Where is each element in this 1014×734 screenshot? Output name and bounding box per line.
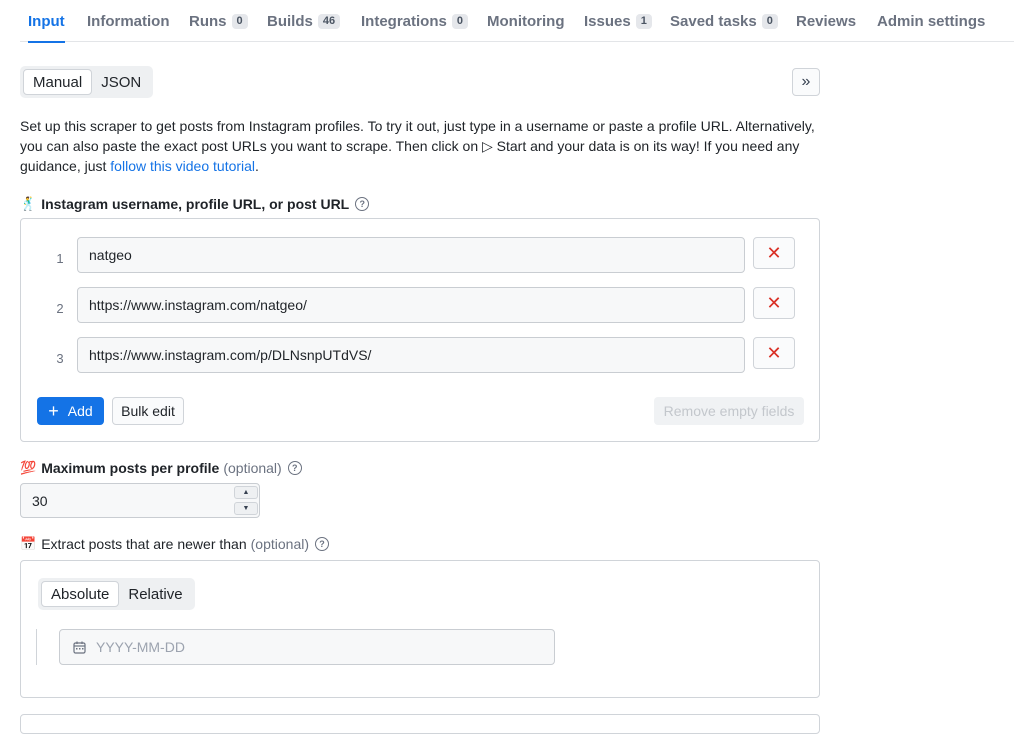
- tab-runs[interactable]: Runs 0: [189, 0, 248, 42]
- tab-integrations[interactable]: Integrations 0: [361, 0, 468, 42]
- tab-bar: Input Information Runs 0 Builds 46 Integra…: [20, 0, 1014, 43]
- username-value: natgeo: [89, 247, 132, 263]
- tab-count-badge: 1: [635, 13, 652, 29]
- bulk-edit-button[interactable]: Bulk edit: [112, 397, 184, 425]
- row-number: 1: [56, 251, 64, 266]
- hundred-points-emoji-icon: 💯: [20, 460, 37, 475]
- tab-label: Integrations: [361, 12, 447, 30]
- tab-count-badge: 0: [451, 13, 468, 29]
- calendar-emoji-icon: 📅: [20, 536, 37, 551]
- optional-tag: (optional): [250, 536, 310, 552]
- calendar-icon: [73, 641, 86, 654]
- tab-label: Information: [87, 12, 170, 30]
- max-posts-label-text: Maximum posts per profile: [41, 460, 220, 476]
- tab-label: Admin settings: [877, 12, 986, 30]
- max-posts-input[interactable]: 30 ▲ ▼: [20, 483, 260, 518]
- tab-monitoring[interactable]: Monitoring: [487, 0, 564, 42]
- remove-row-button[interactable]: ✕: [753, 337, 795, 369]
- tab-count-badge: 0: [231, 13, 248, 29]
- tab-label: Saved tasks: [670, 12, 757, 30]
- tab-count-badge: 0: [761, 13, 778, 29]
- newer-than-label: 📅 Extract posts that are newer than (opt…: [20, 536, 330, 552]
- tab-label: Input: [28, 12, 65, 30]
- expand-panel-button[interactable]: »: [792, 68, 820, 96]
- increment-button[interactable]: ▲: [234, 486, 258, 499]
- newer-than-label-text: Extract posts that are newer than: [41, 536, 247, 552]
- date-mode-switch: Absolute Relative: [38, 578, 195, 610]
- close-icon: ✕: [766, 292, 782, 313]
- usernames-list-box: 1 natgeo ✕ 2 https://www.instagram.com/n…: [20, 218, 820, 442]
- remove-row-button[interactable]: ✕: [753, 237, 795, 269]
- add-label: Add: [67, 403, 93, 419]
- mode-manual-button[interactable]: Manual: [23, 69, 93, 95]
- help-icon[interactable]: ?: [315, 537, 330, 551]
- tab-label: Builds: [267, 12, 313, 30]
- row-number: 2: [56, 301, 64, 316]
- dancer-emoji-icon: 🕺: [20, 196, 37, 211]
- date-relative-button[interactable]: Relative: [119, 581, 191, 607]
- username-input[interactable]: natgeo: [77, 237, 745, 273]
- close-icon: ✕: [766, 242, 782, 263]
- tab-label: Monitoring: [487, 12, 565, 30]
- tab-label: Reviews: [796, 12, 857, 30]
- remove-row-button[interactable]: ✕: [753, 287, 795, 319]
- chevron-down-icon: ▼: [242, 505, 250, 512]
- description-end: .: [255, 158, 259, 174]
- username-value: https://www.instagram.com/natgeo/: [89, 297, 307, 313]
- close-icon: ✕: [766, 342, 782, 363]
- tab-saved-tasks[interactable]: Saved tasks 0: [670, 0, 778, 42]
- video-tutorial-link[interactable]: follow this video tutorial: [110, 158, 255, 174]
- max-posts-value: 30: [32, 492, 48, 509]
- remove-empty-fields-button[interactable]: Remove empty fields: [654, 397, 804, 425]
- decrement-button[interactable]: ▼: [234, 502, 258, 515]
- username-value: https://www.instagram.com/p/DLNsnpUTdVS/: [89, 347, 372, 363]
- usernames-label-text: Instagram username, profile URL, or post…: [41, 196, 350, 212]
- tab-builds[interactable]: Builds 46: [267, 0, 341, 42]
- tab-reviews[interactable]: Reviews: [796, 0, 856, 42]
- next-section-box: [20, 714, 820, 734]
- tab-label: Runs: [189, 12, 227, 30]
- date-absolute-button[interactable]: Absolute: [41, 581, 120, 607]
- username-input[interactable]: https://www.instagram.com/natgeo/: [77, 287, 745, 323]
- divider: [36, 629, 37, 665]
- help-icon[interactable]: ?: [355, 197, 370, 211]
- tab-label: Issues: [584, 12, 631, 30]
- tab-count-badge: 46: [317, 13, 341, 29]
- tab-issues[interactable]: Issues 1: [584, 0, 652, 42]
- newer-than-box: Absolute Relative YYYY-MM-DD: [20, 560, 820, 698]
- max-posts-label: 💯 Maximum posts per profile (optional) ?: [20, 460, 302, 476]
- usernames-label: 🕺 Instagram username, profile URL, or po…: [20, 196, 370, 212]
- mode-json-button[interactable]: JSON: [92, 69, 150, 95]
- date-input[interactable]: YYYY-MM-DD: [59, 629, 555, 665]
- scraper-description: Set up this scraper to get posts from In…: [20, 116, 830, 176]
- tab-input[interactable]: Input: [28, 0, 65, 43]
- tab-information[interactable]: Information: [87, 0, 170, 42]
- add-row-button[interactable]: + Add: [37, 397, 104, 425]
- date-placeholder: YYYY-MM-DD: [96, 639, 185, 655]
- double-chevron-right-icon: »: [801, 73, 811, 90]
- input-mode-switch: Manual JSON: [20, 66, 154, 98]
- optional-tag: (optional): [223, 460, 282, 476]
- chevron-up-icon: ▲: [242, 489, 250, 496]
- help-icon[interactable]: ?: [287, 461, 302, 475]
- username-input[interactable]: https://www.instagram.com/p/DLNsnpUTdVS/: [77, 337, 745, 373]
- row-number: 3: [56, 351, 64, 366]
- plus-icon: +: [48, 401, 59, 421]
- tab-admin-settings[interactable]: Admin settings: [877, 0, 985, 42]
